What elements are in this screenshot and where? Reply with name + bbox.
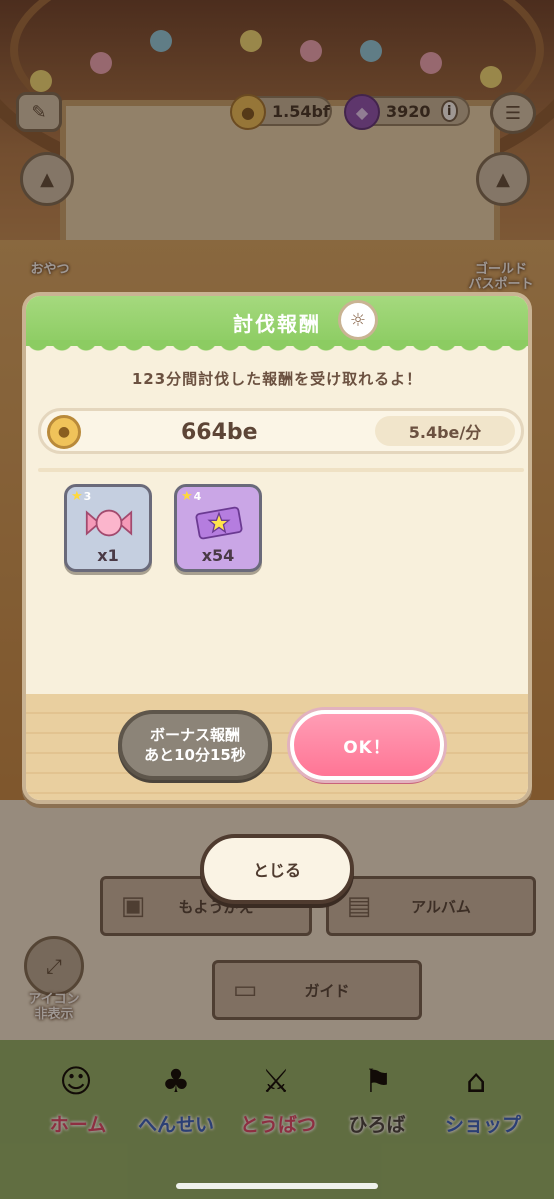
bonus-timer: あと10分15秒: [144, 746, 246, 764]
reward-dialog: 討伐報酬 ☼ 123分間討伐した報酬を受け取れるよ！ ● 664be 5.4be…: [22, 292, 532, 804]
star-icon: ★: [71, 489, 83, 504]
item-quantity: x1: [97, 546, 119, 565]
star-ticket-icon: [195, 503, 243, 543]
reward-summary: ● 664be 5.4be/分: [38, 408, 524, 454]
candy-icon: [85, 503, 133, 543]
reward-item-ticket[interactable]: ★ 4 x54: [174, 484, 262, 572]
star-icon: ★: [181, 489, 193, 504]
reward-item-candy[interactable]: ★ 3 x1: [64, 484, 152, 572]
hint-bulb-icon[interactable]: ☼: [338, 300, 378, 340]
rarity-badge: ★ 4: [181, 489, 202, 504]
bonus-reward-button[interactable]: ボーナス報酬 あと10分15秒: [118, 710, 272, 780]
item-quantity: x54: [201, 546, 235, 565]
dialog-footer: [26, 694, 528, 800]
divider: [38, 468, 524, 472]
dialog-title: 討伐報酬: [233, 312, 321, 336]
bonus-label: ボーナス報酬: [149, 726, 240, 744]
rarity-badge: ★ 3: [71, 489, 92, 504]
reward-amount: 664be: [181, 420, 258, 445]
reward-rate: 5.4be/分: [375, 416, 515, 446]
close-button[interactable]: とじる: [200, 834, 354, 904]
dialog-message: 123分間討伐した報酬を受け取れるよ！: [131, 370, 423, 388]
coin-icon: ●: [47, 415, 81, 449]
ok-button[interactable]: OK！: [290, 710, 444, 780]
home-indicator[interactable]: [176, 1183, 378, 1189]
